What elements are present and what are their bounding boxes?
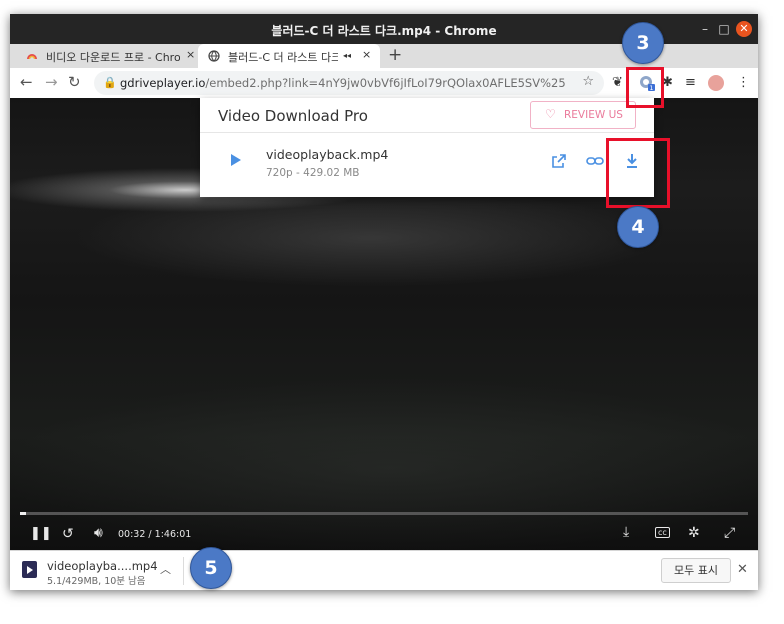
volume-icon[interactable]: 🔊︎ bbox=[94, 525, 103, 541]
tab-close-icon[interactable]: × bbox=[362, 48, 371, 61]
forward-icon[interactable]: → bbox=[45, 73, 58, 91]
duration: 1:46:01 bbox=[154, 529, 192, 540]
download-options-chevron-icon[interactable]: ︿ bbox=[160, 561, 171, 577]
popup-title: Video Download Pro bbox=[218, 107, 368, 125]
player-download-icon[interactable]: ⤓ bbox=[623, 524, 629, 540]
media-queue-icon[interactable]: ≡ bbox=[685, 75, 696, 90]
profile-avatar[interactable] bbox=[708, 75, 724, 91]
heart-icon: ♡ bbox=[545, 107, 556, 121]
step-badge-4: 4 bbox=[617, 206, 659, 248]
subtitles-icon[interactable]: cc bbox=[655, 527, 670, 538]
url-host: gdriveplayer.io bbox=[120, 76, 206, 90]
video-file-name: videoplayback.mp4 bbox=[266, 147, 389, 162]
current-time: 00:32 bbox=[118, 529, 146, 540]
time-display: 00:32 / 1:46:01 bbox=[118, 529, 192, 540]
tab-video-download-pro[interactable]: 비디오 다운로드 프로 - Chro × bbox=[16, 44, 198, 68]
tab-blood-c[interactable]: 블러드-C 더 라스트 다크 ◂◂ × bbox=[198, 44, 380, 68]
highlight-box-download bbox=[606, 138, 670, 208]
open-external-icon[interactable] bbox=[551, 153, 567, 169]
review-us-button[interactable]: ♡ REVIEW US bbox=[530, 101, 636, 129]
play-preview-icon[interactable] bbox=[231, 154, 241, 166]
tab-label: 블러드-C 더 라스트 다크 bbox=[228, 51, 338, 64]
review-us-label: REVIEW US bbox=[564, 109, 623, 121]
url-text[interactable]: gdriveplayer.io/embed2.php?link=4nY9jw0v… bbox=[120, 76, 565, 90]
maximize-icon[interactable]: □ bbox=[716, 21, 732, 37]
new-tab-button[interactable]: + bbox=[388, 45, 402, 65]
download-status: 5.1/429MB, 10분 남음 bbox=[47, 576, 146, 587]
url-path: /embed2.php?link=4nY9jw0vbVf6jIfLoI79rQO… bbox=[205, 76, 565, 90]
globe-icon bbox=[208, 50, 220, 62]
seek-bar[interactable] bbox=[20, 512, 748, 515]
copy-link-icon[interactable] bbox=[586, 154, 604, 168]
fullscreen-icon[interactable]: ⤢ bbox=[724, 525, 735, 541]
pause-icon[interactable]: ❚❚ bbox=[30, 526, 52, 541]
step-badge-5: 5 bbox=[190, 547, 232, 589]
extension-fox-icon[interactable]: ❦ bbox=[612, 75, 623, 90]
address-bar[interactable]: 🔒 gdriveplayer.io/embed2.php?link=4nY9jw… bbox=[94, 71, 604, 95]
divider bbox=[183, 557, 184, 585]
player-controls: ❚❚ ↺ 🔊︎ 00:32 / 1:46:01 ⤓ cc ✲ ⤢ bbox=[10, 504, 758, 550]
step-badge-3: 3 bbox=[622, 22, 664, 64]
seek-bar-played bbox=[20, 512, 26, 515]
video-list-item: videoplayback.mp4 720p - 429.02 MB bbox=[200, 133, 654, 197]
tab-close-icon[interactable]: × bbox=[186, 48, 195, 61]
tab-audio-icon[interactable]: ◂◂ bbox=[343, 51, 351, 60]
highlight-box-extension bbox=[626, 67, 664, 108]
video-download-pro-popup: Video Download Pro ♡ REVIEW US videoplay… bbox=[200, 98, 654, 197]
video-quality-size: 720p - 429.02 MB bbox=[266, 167, 360, 179]
download-file-name[interactable]: videoplayba....mp4 bbox=[47, 559, 158, 573]
video-file-icon bbox=[22, 561, 37, 578]
bookmark-star-icon[interactable]: ☆ bbox=[582, 74, 594, 89]
menu-kebab-icon[interactable]: ⋮ bbox=[737, 75, 750, 90]
lock-icon[interactable]: 🔒 bbox=[103, 76, 117, 89]
download-shelf: videoplayba....mp4 5.1/429MB, 10분 남음 ︿ 모… bbox=[10, 550, 758, 590]
close-window-icon[interactable]: ✕ bbox=[736, 21, 752, 37]
reload-icon[interactable]: ↻ bbox=[68, 73, 81, 91]
minimize-icon[interactable]: – bbox=[697, 21, 713, 37]
rewind-10-icon[interactable]: ↺ bbox=[62, 526, 74, 542]
back-icon[interactable]: ← bbox=[20, 73, 33, 91]
settings-gear-icon[interactable]: ✲ bbox=[688, 525, 700, 541]
popup-header: Video Download Pro ♡ REVIEW US bbox=[200, 98, 654, 133]
tab-label: 비디오 다운로드 프로 - Chro bbox=[46, 51, 180, 64]
close-shelf-icon[interactable]: ✕ bbox=[737, 562, 748, 577]
rainbow-favicon-icon bbox=[27, 54, 37, 60]
show-all-button[interactable]: 모두 표시 bbox=[661, 558, 731, 583]
